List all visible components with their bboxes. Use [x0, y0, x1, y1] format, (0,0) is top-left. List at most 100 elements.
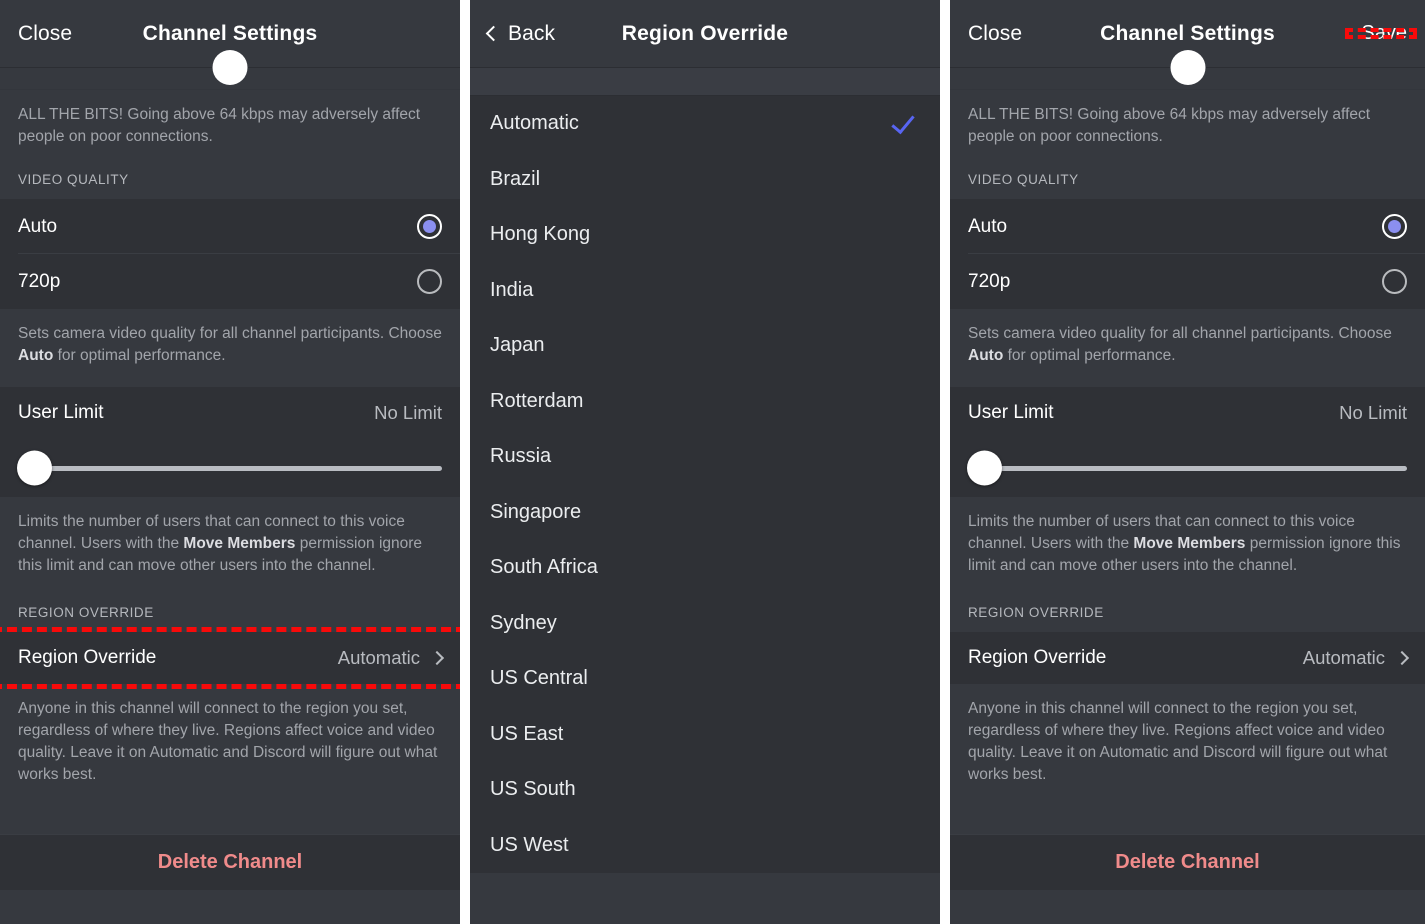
user-limit-value: No Limit — [374, 402, 442, 424]
back-button-label: Back — [508, 22, 555, 46]
slider-thumb[interactable] — [17, 451, 52, 486]
back-button[interactable]: Back — [488, 22, 555, 46]
slider-track[interactable] — [18, 466, 442, 471]
radio-unselected-icon[interactable] — [1382, 269, 1407, 294]
list-item[interactable]: Automatic — [470, 96, 940, 152]
list-item[interactable]: Rotterdam — [470, 374, 940, 430]
region-override-value: Automatic — [1303, 647, 1385, 669]
video-desc-post: for optimal performance. — [1003, 347, 1175, 364]
bitrate-slider-clipped[interactable] — [950, 68, 1425, 90]
radio-unselected-icon[interactable] — [417, 269, 442, 294]
user-limit-slider[interactable] — [950, 439, 1425, 497]
panel-gap-1 — [460, 0, 470, 924]
delete-channel-button[interactable]: Delete Channel — [0, 834, 460, 890]
region-label: Hong Kong — [490, 223, 920, 246]
user-limit-description: Limits the number of users that can conn… — [0, 497, 460, 597]
user-limit-slider[interactable] — [0, 439, 460, 497]
radio-dot — [1388, 220, 1401, 233]
region-override-label: Region Override — [968, 647, 1303, 669]
user-limit-description: Limits the number of users that can conn… — [950, 497, 1425, 597]
region-label: Brazil — [490, 168, 920, 191]
delete-channel-label: Delete Channel — [1115, 851, 1259, 874]
close-button[interactable]: Close — [968, 22, 1022, 46]
radio-dot — [423, 220, 436, 233]
region-override-label: Region Override — [18, 647, 338, 669]
list-item[interactable]: Japan — [470, 318, 940, 374]
video-quality-section-label: VIDEO QUALITY — [950, 168, 1425, 199]
region-override-row[interactable]: Region Override Automatic — [0, 632, 460, 684]
tail-band — [950, 890, 1425, 924]
bitrate-slider-thumb[interactable] — [213, 50, 248, 85]
chevron-right-icon — [430, 651, 444, 665]
user-limit-desc-bold: Move Members — [1133, 535, 1245, 552]
video-option-auto-label: Auto — [18, 216, 417, 238]
close-button-label: Close — [18, 22, 72, 46]
bitrate-description: ALL THE BITS! Going above 64 kbps may ad… — [950, 90, 1425, 168]
list-item[interactable]: US Central — [470, 651, 940, 707]
user-limit-label: User Limit — [968, 402, 1339, 424]
chevron-right-icon — [1395, 651, 1409, 665]
list-item[interactable]: Russia — [470, 429, 940, 485]
region-label: Automatic — [490, 112, 892, 135]
list-item[interactable]: US East — [470, 707, 940, 763]
panel-gap-2 — [940, 0, 950, 924]
delete-channel-button[interactable]: Delete Channel — [950, 834, 1425, 890]
video-option-720p-label: 720p — [18, 271, 417, 293]
radio-selected-icon[interactable] — [417, 214, 442, 239]
screenshot-triptych: Close Channel Settings ALL THE BITS! Goi… — [0, 0, 1425, 924]
user-limit-row: User Limit No Limit — [950, 387, 1425, 439]
list-item[interactable]: India — [470, 263, 940, 319]
panel-region-override-list: Back Region Override Automatic Brazil Ho… — [470, 0, 940, 924]
bitrate-slider-thumb[interactable] — [1170, 50, 1205, 85]
radio-selected-icon[interactable] — [1382, 214, 1407, 239]
video-desc-bold: Auto — [18, 347, 53, 364]
user-limit-value: No Limit — [1339, 402, 1407, 424]
region-override-value: Automatic — [338, 647, 420, 669]
save-button[interactable]: Save — [1361, 22, 1407, 45]
user-limit-desc-bold: Move Members — [183, 535, 295, 552]
region-label: Russia — [490, 445, 920, 468]
video-desc-post: for optimal performance. — [53, 347, 225, 364]
region-list: Automatic Brazil Hong Kong India Japan R… — [470, 96, 940, 873]
region-label: South Africa — [490, 556, 920, 579]
video-option-auto[interactable]: Auto — [0, 199, 460, 254]
region-override-section-label: REGION OVERRIDE — [0, 597, 460, 632]
region-override-description: Anyone in this channel will connect to t… — [0, 684, 460, 816]
region-override-row[interactable]: Region Override Automatic — [950, 632, 1425, 684]
list-item[interactable]: Singapore — [470, 485, 940, 541]
region-label: US Central — [490, 667, 920, 690]
video-option-720p[interactable]: 720p — [950, 254, 1425, 309]
video-desc-pre: Sets camera video quality for all channe… — [968, 325, 1392, 342]
list-item[interactable]: Hong Kong — [470, 207, 940, 263]
close-button[interactable]: Close — [18, 22, 72, 46]
list-item[interactable]: US West — [470, 818, 940, 874]
video-desc-bold: Auto — [968, 347, 1003, 364]
chevron-left-icon — [486, 25, 502, 41]
list-item[interactable]: Brazil — [470, 152, 940, 208]
list-item[interactable]: US South — [470, 762, 940, 818]
region-label: US South — [490, 778, 920, 801]
video-option-auto[interactable]: Auto — [950, 199, 1425, 254]
delete-channel-label: Delete Channel — [158, 851, 302, 874]
tail-band — [0, 890, 460, 924]
slider-thumb[interactable] — [967, 451, 1002, 486]
region-label: Sydney — [490, 612, 920, 635]
region-override-description: Anyone in this channel will connect to t… — [950, 684, 1425, 816]
video-option-720p[interactable]: 720p — [0, 254, 460, 309]
user-limit-label: User Limit — [18, 402, 374, 424]
video-desc-pre: Sets camera video quality for all channe… — [18, 325, 442, 342]
bitrate-slider-clipped[interactable] — [0, 68, 460, 90]
video-option-720p-label: 720p — [968, 271, 1382, 293]
panel2-header: Back Region Override — [470, 0, 940, 68]
list-item[interactable]: South Africa — [470, 540, 940, 596]
region-label: Rotterdam — [490, 390, 920, 413]
region-label: US West — [490, 834, 920, 857]
region-label: India — [490, 279, 920, 302]
region-label: US East — [490, 723, 920, 746]
slider-track[interactable] — [968, 466, 1407, 471]
video-quality-description: Sets camera video quality for all channe… — [950, 309, 1425, 387]
bitrate-description: ALL THE BITS! Going above 64 kbps may ad… — [0, 90, 460, 168]
list-item[interactable]: Sydney — [470, 596, 940, 652]
video-option-auto-label: Auto — [968, 216, 1382, 238]
check-icon — [891, 109, 914, 134]
